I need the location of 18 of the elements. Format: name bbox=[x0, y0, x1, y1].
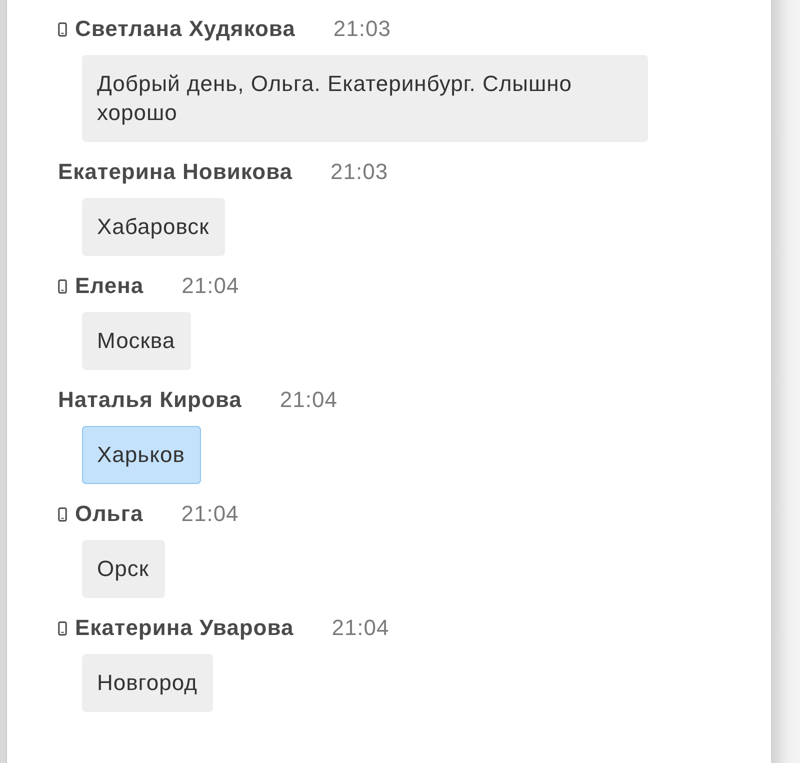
message-bubble[interactable]: Добрый день, Ольга. Екатеринбург. Слышно хорошо bbox=[82, 55, 648, 142]
sender-name: Екатерина Уварова bbox=[75, 615, 294, 641]
message-time: 21:04 bbox=[332, 615, 390, 641]
sender-name: Елена bbox=[75, 273, 144, 299]
message-time: 21:03 bbox=[333, 16, 391, 42]
message-time: 21:04 bbox=[280, 387, 338, 413]
message-time: 21:03 bbox=[330, 159, 388, 185]
sender-name: Наталья Кирова bbox=[58, 387, 242, 413]
message-time: 21:04 bbox=[181, 501, 239, 527]
message-bubble[interactable]: Хабаровск bbox=[82, 198, 226, 256]
message-bubble[interactable]: Харьков bbox=[82, 426, 201, 484]
message-bubble[interactable]: Москва bbox=[82, 312, 192, 370]
sender-name: Екатерина Новикова bbox=[58, 159, 293, 185]
sender-name: Светлана Худякова bbox=[75, 16, 296, 42]
sender-name: Ольга bbox=[75, 501, 144, 527]
message-bubble[interactable]: Новгород bbox=[82, 654, 214, 712]
message-time: 21:04 bbox=[182, 273, 240, 299]
message-bubble[interactable]: Орск bbox=[82, 540, 165, 598]
